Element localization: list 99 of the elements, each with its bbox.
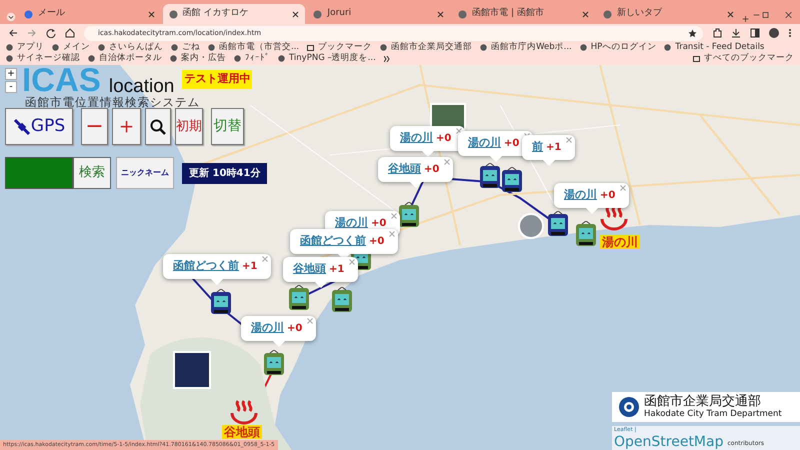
stop-link[interactable]: 湯の川 [468,135,501,152]
bookmark-link[interactable]: メイン [52,42,90,53]
browser-tab[interactable]: 函館 イカすロケ [162,4,306,24]
back-icon[interactable] [8,28,18,38]
extensions-icon[interactable] [712,28,722,38]
delay-count: +1 [329,263,344,277]
hot-spring-icon [598,205,630,231]
color-field[interactable] [5,157,73,189]
landmark-label: 湯の川 [600,235,640,249]
favicon-icon [52,44,59,51]
zoom-out-button[interactable]: - [5,81,17,93]
stop-link[interactable]: 湯の川 [564,187,597,204]
emblem-icon [618,396,640,418]
delay-count: +0 [371,217,386,231]
favicon-icon [234,55,241,62]
update-time: 更新 10時41分 [182,162,268,184]
tab-list-icon[interactable] [6,10,16,24]
stop-link[interactable]: 函館どつく前 [173,258,239,274]
delay-count: +0 [424,163,440,177]
bookmark-link[interactable]: TinyPNG –透明度を... [278,53,376,64]
favicon-icon [580,44,587,51]
new-tab-icon[interactable] [742,14,749,24]
bookmark-link[interactable]: ブックマーク [307,42,372,53]
nickname-button[interactable]: ニックネーム [116,157,174,189]
stop-link[interactable]: 前 [532,139,543,156]
search-icon [150,118,166,134]
download-icon[interactable] [731,28,741,38]
reset-button[interactable]: 初期 [175,108,203,145]
bookmark-link[interactable]: 案内・広告 [170,53,226,64]
chevron-icon[interactable] [384,56,390,62]
zoom-in-button[interactable]: ＋ [112,108,141,145]
folder-icon [693,55,700,62]
stop-link[interactable]: 湯の川 [400,130,433,146]
browser-tab[interactable]: 函館市電 | 函館市 [452,4,595,24]
operator-name: 函館市企業局交通部 [644,395,762,410]
logo-subtitle: location [108,78,174,95]
favicon-icon [458,10,468,18]
bookmark-link[interactable]: Transit - Feed Details [664,42,764,53]
stop-link[interactable]: 谷地頭 [388,161,421,178]
side-panel-icon[interactable] [750,28,760,38]
favicon-icon [278,55,285,62]
toggle-button[interactable]: 切替 [211,108,244,145]
reload-icon[interactable] [46,28,56,38]
bookmark-link[interactable]: さいらんぱん [98,42,163,53]
close-icon[interactable] [437,10,444,18]
zoom-out-button[interactable]: − [81,108,108,145]
test-badge: テスト運用中 [182,70,252,89]
search-button[interactable]: 検索 [73,157,111,189]
favicon-icon [664,44,672,51]
operator-english-name: Hakodate City Tram Department [644,410,782,419]
delay-count: +1 [242,260,258,274]
zoom-in-button[interactable]: + [5,68,17,80]
bookmark-link[interactable]: HPへのログイン [580,42,656,53]
close-icon[interactable] [148,10,155,18]
stop-link[interactable]: 函館どつく前 [300,233,366,250]
bookmark-link[interactable]: ごね [171,42,200,53]
stop-link[interactable]: 湯の川 [251,320,284,336]
delay-count: +0 [504,137,520,151]
favicon-icon [602,10,612,18]
bookmark-link[interactable]: ﾌｨｰﾄﾞ [234,53,270,64]
delay-count: +0 [369,235,384,249]
favicon-icon [380,44,388,51]
favicon-icon [480,44,488,51]
search-button[interactable] [145,108,171,145]
close-icon[interactable] [292,10,300,18]
profile-avatar-icon[interactable] [769,28,779,38]
bookmark-link[interactable]: アプリ [6,42,44,53]
favicon-icon [24,10,33,18]
bookmark-star-icon[interactable] [688,28,697,38]
favicon-icon [168,10,178,18]
close-icon[interactable] [582,10,589,18]
menu-icon[interactable] [788,28,792,38]
photo-placeholder [173,351,211,389]
bookmark-link[interactable]: すべてのブックマーク [693,53,794,64]
bookmark-link[interactable]: 函館市電（市営交... [208,42,300,53]
stop-link[interactable]: 谷地頭 [293,261,326,278]
favicon-icon [313,10,322,18]
favicon-icon [208,44,215,51]
delay-count: +0 [600,189,616,203]
bookmark-link[interactable]: 函館市庁内Webポ... [480,42,572,53]
hot-spring-icon [228,399,260,425]
delay-count: +0 [287,322,302,336]
browser-tab[interactable]: 新しいタブ [596,4,740,24]
satellite-icon [12,118,31,136]
delay-count: +1 [546,141,562,155]
logo-caption: 函館市電位置情報検索システム [25,94,200,111]
gps-button[interactable]: GPS [5,108,73,145]
browser-tab[interactable]: Joruri [307,4,450,24]
close-icon[interactable] [726,10,734,18]
bookmark-link[interactable]: 自治体ポータル [88,53,162,64]
stop-link[interactable]: 湯の川 [335,215,368,232]
bookmark-link[interactable]: 函館市企業局交通部 [380,42,472,53]
landmark-label: 谷地頭 [222,425,262,439]
bookmark-link[interactable]: サイネージ確認 [6,53,80,64]
home-icon[interactable] [65,28,75,38]
logo-title: ICAS [22,65,101,95]
browser-tab[interactable]: メール [18,4,161,24]
folder-icon [307,44,314,51]
delay-count: +0 [436,132,452,146]
